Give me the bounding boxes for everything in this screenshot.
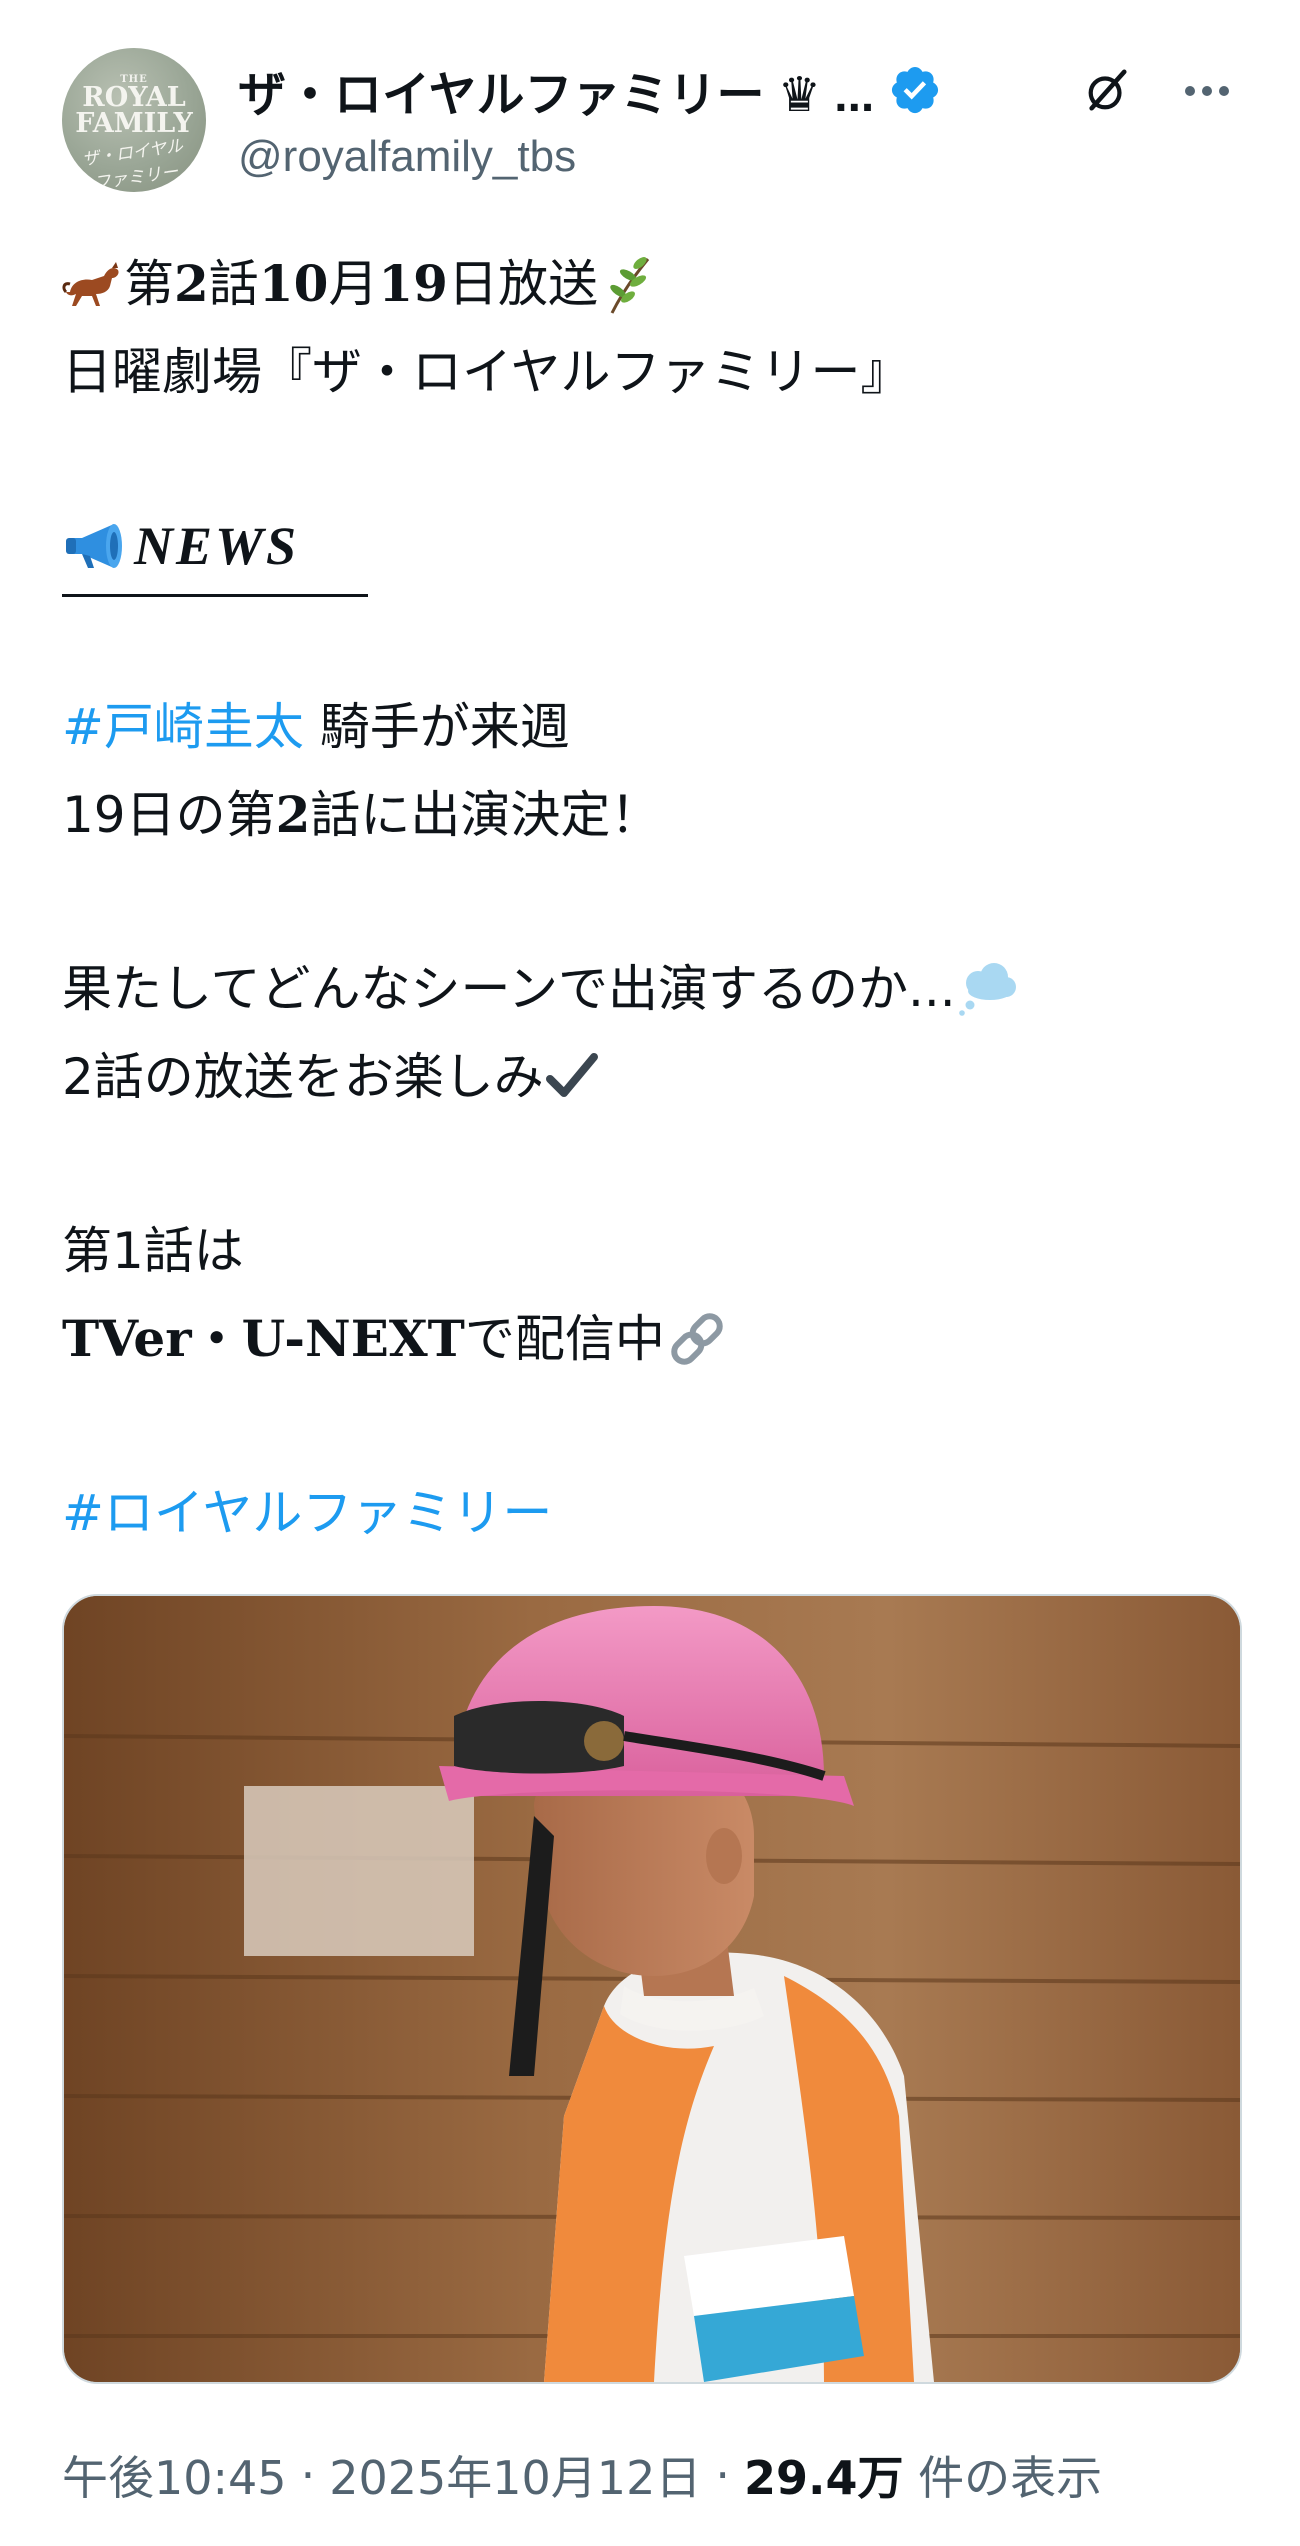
tweet-detail-page: THE ROYAL FAMILY ザ・ロイヤルファミリー ザ・ロイヤルファミリー…: [0, 0, 1300, 2546]
line6-a: 19日の第: [62, 786, 276, 844]
hashtag-royal-family[interactable]: #ロイヤルファミリー: [62, 1469, 552, 1557]
tweet-time[interactable]: 午後10:45: [62, 2442, 287, 2508]
line1-g: 日放送: [447, 255, 598, 313]
herb-emoji: [610, 257, 650, 314]
news-word: NEWS: [134, 516, 300, 576]
line1-e: 月: [328, 255, 379, 313]
line9-text: 2話の放送をお楽しみ: [62, 1048, 544, 1106]
line6-c: 話に出演決定！: [310, 786, 661, 844]
check-mark-icon: [545, 1053, 598, 1097]
horse-emoji: [62, 262, 119, 306]
line1-b: 2: [174, 254, 209, 313]
tweet-line-9: 2話の放送をお楽しみ: [62, 1033, 1242, 1121]
tweet-line-1: 第 2 話 10 月 19 日放送: [62, 240, 1242, 328]
avatar-text-royal: ROYAL: [82, 82, 186, 113]
views-label: 件の表示: [903, 2451, 1103, 2505]
hashtag-tozaki-keita[interactable]: #戸崎圭太: [62, 683, 304, 771]
grok-button[interactable]: [1072, 56, 1142, 126]
line12-services: TVer・U-NEXT: [62, 1309, 465, 1368]
meta-separator: ·: [300, 2448, 316, 2502]
tweet-line-5: #戸崎圭太 騎手が来週: [62, 683, 1242, 771]
tweet-header: THE ROYAL FAMILY ザ・ロイヤルファミリー ザ・ロイヤルファミリー…: [62, 48, 1242, 198]
meta-separator: ·: [715, 2448, 730, 2502]
tweet-line-8: 果たしてどんなシーンで出演するのか...: [62, 945, 1242, 1033]
avatar-text-family: FAMILY: [75, 108, 193, 139]
tweet-line-6: 19日の第 2 話に出演決定！: [62, 771, 1242, 859]
thought-balloon-emoji: [958, 963, 1016, 1016]
tweet-line-2: 日曜劇場『ザ・ロイヤルファミリー』: [62, 343, 911, 401]
author-handle[interactable]: @royalfamily_tbs: [238, 132, 576, 182]
tweet-line-14: #ロイヤルファミリー: [62, 1469, 1242, 1557]
tweet-photo[interactable]: [62, 1594, 1242, 2384]
megaphone-emoji: [66, 524, 122, 568]
line1-f: 19: [378, 254, 448, 313]
line5-rest: 騎手が来週: [303, 698, 570, 756]
line6-b: 2: [275, 785, 311, 844]
views-count[interactable]: 29.4万: [744, 2442, 904, 2508]
author-name-row: ザ・ロイヤルファミリー ♛ ...: [238, 58, 942, 122]
line8-text: 果たしてどんなシーンで出演するのか...: [62, 960, 956, 1018]
tweet-line-12: TVer・U-NEXT で配信中: [62, 1295, 1242, 1383]
tweet-date[interactable]: 2025年10月12日: [329, 2442, 701, 2508]
avatar-text-script: ザ・ロイヤルファミリー: [80, 136, 185, 192]
line12-rest: で配信中: [464, 1310, 665, 1368]
tweet-meta: 午後10:45 · 2025年10月12日 · 29.4万 件の表示: [62, 2442, 1102, 2508]
news-heading: NEWS: [62, 502, 1242, 590]
tweet-line-11: 第1話は: [62, 1222, 244, 1280]
grok-icon: [1088, 69, 1127, 111]
verified-badge-icon: [892, 66, 939, 114]
tweet-text: 第2話10月19日放送 日曜劇場『ザ・ロイヤルファミリー』 NEWS: [62, 240, 1242, 1557]
avatar[interactable]: THE ROYAL FAMILY ザ・ロイヤルファミリー: [62, 48, 206, 192]
line1-d: 10: [258, 254, 329, 313]
more-options-button[interactable]: [1172, 56, 1242, 126]
line1-c: 話: [208, 255, 259, 313]
more-dots-icon: [1185, 86, 1229, 96]
link-icon: [671, 1313, 723, 1365]
line1-a: 第: [124, 255, 174, 313]
jockey-photo: [64, 1596, 1240, 2382]
author-display-name[interactable]: ザ・ロイヤルファミリー ♛ ...: [238, 55, 874, 125]
